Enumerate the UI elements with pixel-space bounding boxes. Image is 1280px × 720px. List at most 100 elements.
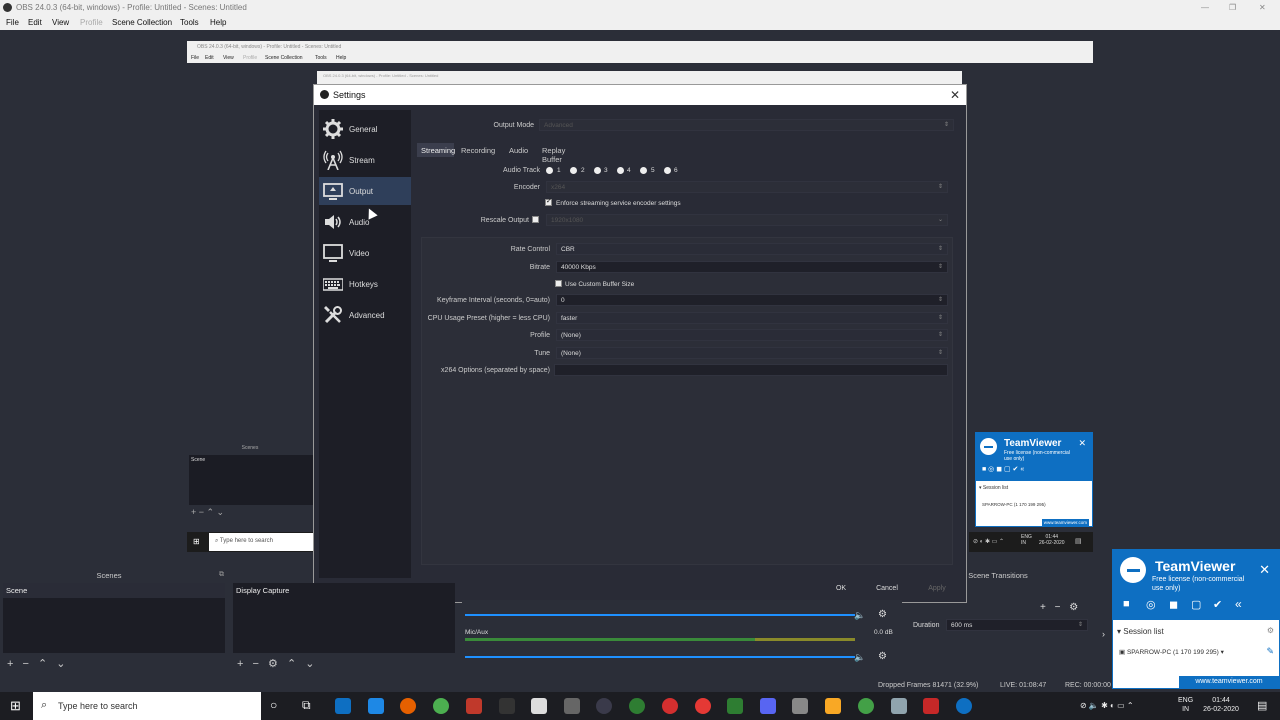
rescale-output-checkbox[interactable]: [532, 216, 539, 223]
remove-source-icon[interactable]: −: [253, 658, 259, 670]
xbox-icon[interactable]: [629, 698, 645, 714]
close-icon[interactable]: ✕: [1078, 438, 1086, 449]
source-properties-gear-icon[interactable]: ⚙: [268, 658, 278, 670]
tv-collapse-icon[interactable]: «: [1235, 597, 1242, 611]
apply-button[interactable]: Apply: [918, 582, 956, 596]
dock-float-icon[interactable]: ⧉: [219, 571, 224, 579]
edge-icon[interactable]: [368, 698, 384, 714]
move-up-icon[interactable]: ⌃: [38, 658, 47, 670]
tab-recording[interactable]: Recording: [457, 143, 499, 157]
app-red-icon[interactable]: [923, 698, 939, 714]
enforce-encoder-checkbox[interactable]: [545, 197, 552, 206]
clock[interactable]: 01:44 26-02-2020: [1200, 696, 1242, 714]
move-down-icon[interactable]: ⌄: [56, 658, 65, 670]
menu-edit[interactable]: Edit: [28, 18, 42, 27]
tune-select[interactable]: (None) ⇕: [556, 347, 948, 359]
media-icon[interactable]: [695, 698, 711, 714]
audio-track-6-radio[interactable]: [664, 167, 671, 174]
desktop-volume-slider[interactable]: [465, 614, 855, 616]
remove-transition-icon[interactable]: −: [1055, 602, 1061, 613]
speaker-mute-icon[interactable]: 🔈: [854, 610, 865, 621]
menu-view[interactable]: View: [52, 18, 69, 27]
tab-replay-buffer[interactable]: Replay Buffer: [538, 143, 569, 164]
tv-session-item[interactable]: ▣ SPARROW-PC (1 170 199 295) ▾: [1119, 648, 1224, 656]
nav-advanced[interactable]: Advanced: [319, 301, 411, 329]
rate-control-select[interactable]: CBR ⇕: [556, 243, 948, 255]
language-indicator[interactable]: ENG IN: [1178, 696, 1193, 714]
tab-streaming[interactable]: Streaming: [417, 143, 455, 157]
scene-item[interactable]: Scene: [3, 583, 225, 598]
add-transition-icon[interactable]: +: [1040, 602, 1046, 613]
folder-icon[interactable]: [825, 698, 841, 714]
tv-check-icon[interactable]: ✔: [1213, 598, 1222, 611]
discord-icon[interactable]: [760, 698, 776, 714]
settings-close-button[interactable]: ✕: [950, 88, 960, 102]
tv-expand-icon[interactable]: ›: [1102, 629, 1105, 639]
nav-general[interactable]: General: [319, 115, 411, 143]
menu-file[interactable]: File: [6, 18, 19, 27]
minimize-button[interactable]: —: [1201, 3, 1209, 12]
gear-icon[interactable]: ⚙: [878, 651, 887, 662]
menu-tools[interactable]: Tools: [180, 18, 199, 27]
x264-options-input[interactable]: [554, 364, 948, 376]
settings-app-icon[interactable]: [792, 698, 808, 714]
maximize-button[interactable]: ❐: [1229, 3, 1236, 12]
nav-video[interactable]: Video: [319, 239, 411, 267]
tv-url[interactable]: www.teamviewer.com: [1179, 676, 1279, 688]
audio-track-3-radio[interactable]: [594, 167, 601, 174]
app-icon[interactable]: [466, 698, 482, 714]
move-down-icon[interactable]: ⌄: [305, 658, 314, 670]
tv-session-list[interactable]: ▾ Session list: [1117, 627, 1164, 636]
tv-pin-icon[interactable]: ✎: [1266, 646, 1274, 657]
tv-video-icon[interactable]: ■: [1123, 598, 1130, 610]
ok-button[interactable]: OK: [822, 582, 860, 596]
app-gray-icon[interactable]: [891, 698, 907, 714]
obs-taskbar-icon[interactable]: [596, 698, 612, 714]
transition-gear-icon[interactable]: ⚙: [1069, 602, 1078, 613]
keyframe-spinbox[interactable]: 0 ⇕: [556, 294, 948, 306]
task-view-icon[interactable]: ⧉: [302, 698, 311, 713]
camtasia-icon[interactable]: [727, 698, 743, 714]
custom-buffer-checkbox[interactable]: [555, 280, 562, 287]
output-mode-select[interactable]: Advanced ⇕: [539, 119, 954, 131]
cpu-preset-select[interactable]: faster ⇕: [556, 312, 948, 324]
mic-volume-slider[interactable]: [465, 656, 855, 658]
tool-icon[interactable]: [564, 698, 580, 714]
firefox-icon[interactable]: [400, 698, 416, 714]
cortana-icon[interactable]: ○: [270, 698, 277, 712]
audio-track-5-radio[interactable]: [640, 167, 647, 174]
add-scene-icon[interactable]: +: [7, 658, 13, 670]
teamviewer-tray-icon[interactable]: [956, 698, 972, 714]
menu-scene-collection[interactable]: Scene Collection: [112, 18, 172, 27]
move-up-icon[interactable]: ⌃: [287, 658, 296, 670]
duration-spinbox[interactable]: 600 ms ⇕: [946, 619, 1088, 631]
audio-track-1-radio[interactable]: [546, 167, 553, 174]
gear-icon[interactable]: ⚙: [878, 609, 887, 620]
tv-chat-icon[interactable]: ◼: [1169, 598, 1178, 611]
remove-scene-icon[interactable]: −: [23, 658, 29, 670]
document-icon[interactable]: [531, 698, 547, 714]
chrome-icon[interactable]: [433, 698, 449, 714]
menu-profile[interactable]: Profile: [80, 18, 103, 27]
add-source-icon[interactable]: +: [237, 658, 243, 670]
tv-files-icon[interactable]: ▢: [1191, 598, 1201, 611]
windows-start-icon[interactable]: ⊞: [10, 698, 21, 714]
tab-audio[interactable]: Audio: [505, 143, 532, 157]
terminal-icon[interactable]: [499, 698, 515, 714]
teamviewer-taskbar-icon[interactable]: [335, 698, 351, 714]
audio-track-2-radio[interactable]: [570, 167, 577, 174]
nav-hotkeys[interactable]: Hotkeys: [319, 270, 411, 298]
notification-icon[interactable]: ▤: [1257, 699, 1267, 712]
bitrate-spinbox[interactable]: 40000 Kbps ⇕: [556, 261, 948, 273]
close-window-button[interactable]: ✕: [1259, 3, 1266, 12]
record-icon[interactable]: [662, 698, 678, 714]
profile-select[interactable]: (None) ⇕: [556, 329, 948, 341]
nav-output[interactable]: Output: [319, 177, 411, 205]
taskbar-search[interactable]: ⌕ Type here to search: [33, 692, 261, 720]
tv-headset-icon[interactable]: ◎: [1146, 598, 1156, 611]
audio-track-4-radio[interactable]: [617, 167, 624, 174]
menu-help[interactable]: Help: [210, 18, 226, 27]
tv-settings-gear-icon[interactable]: ⚙: [1267, 626, 1274, 635]
nav-stream[interactable]: Stream: [319, 146, 411, 174]
cancel-button[interactable]: Cancel: [868, 582, 906, 596]
